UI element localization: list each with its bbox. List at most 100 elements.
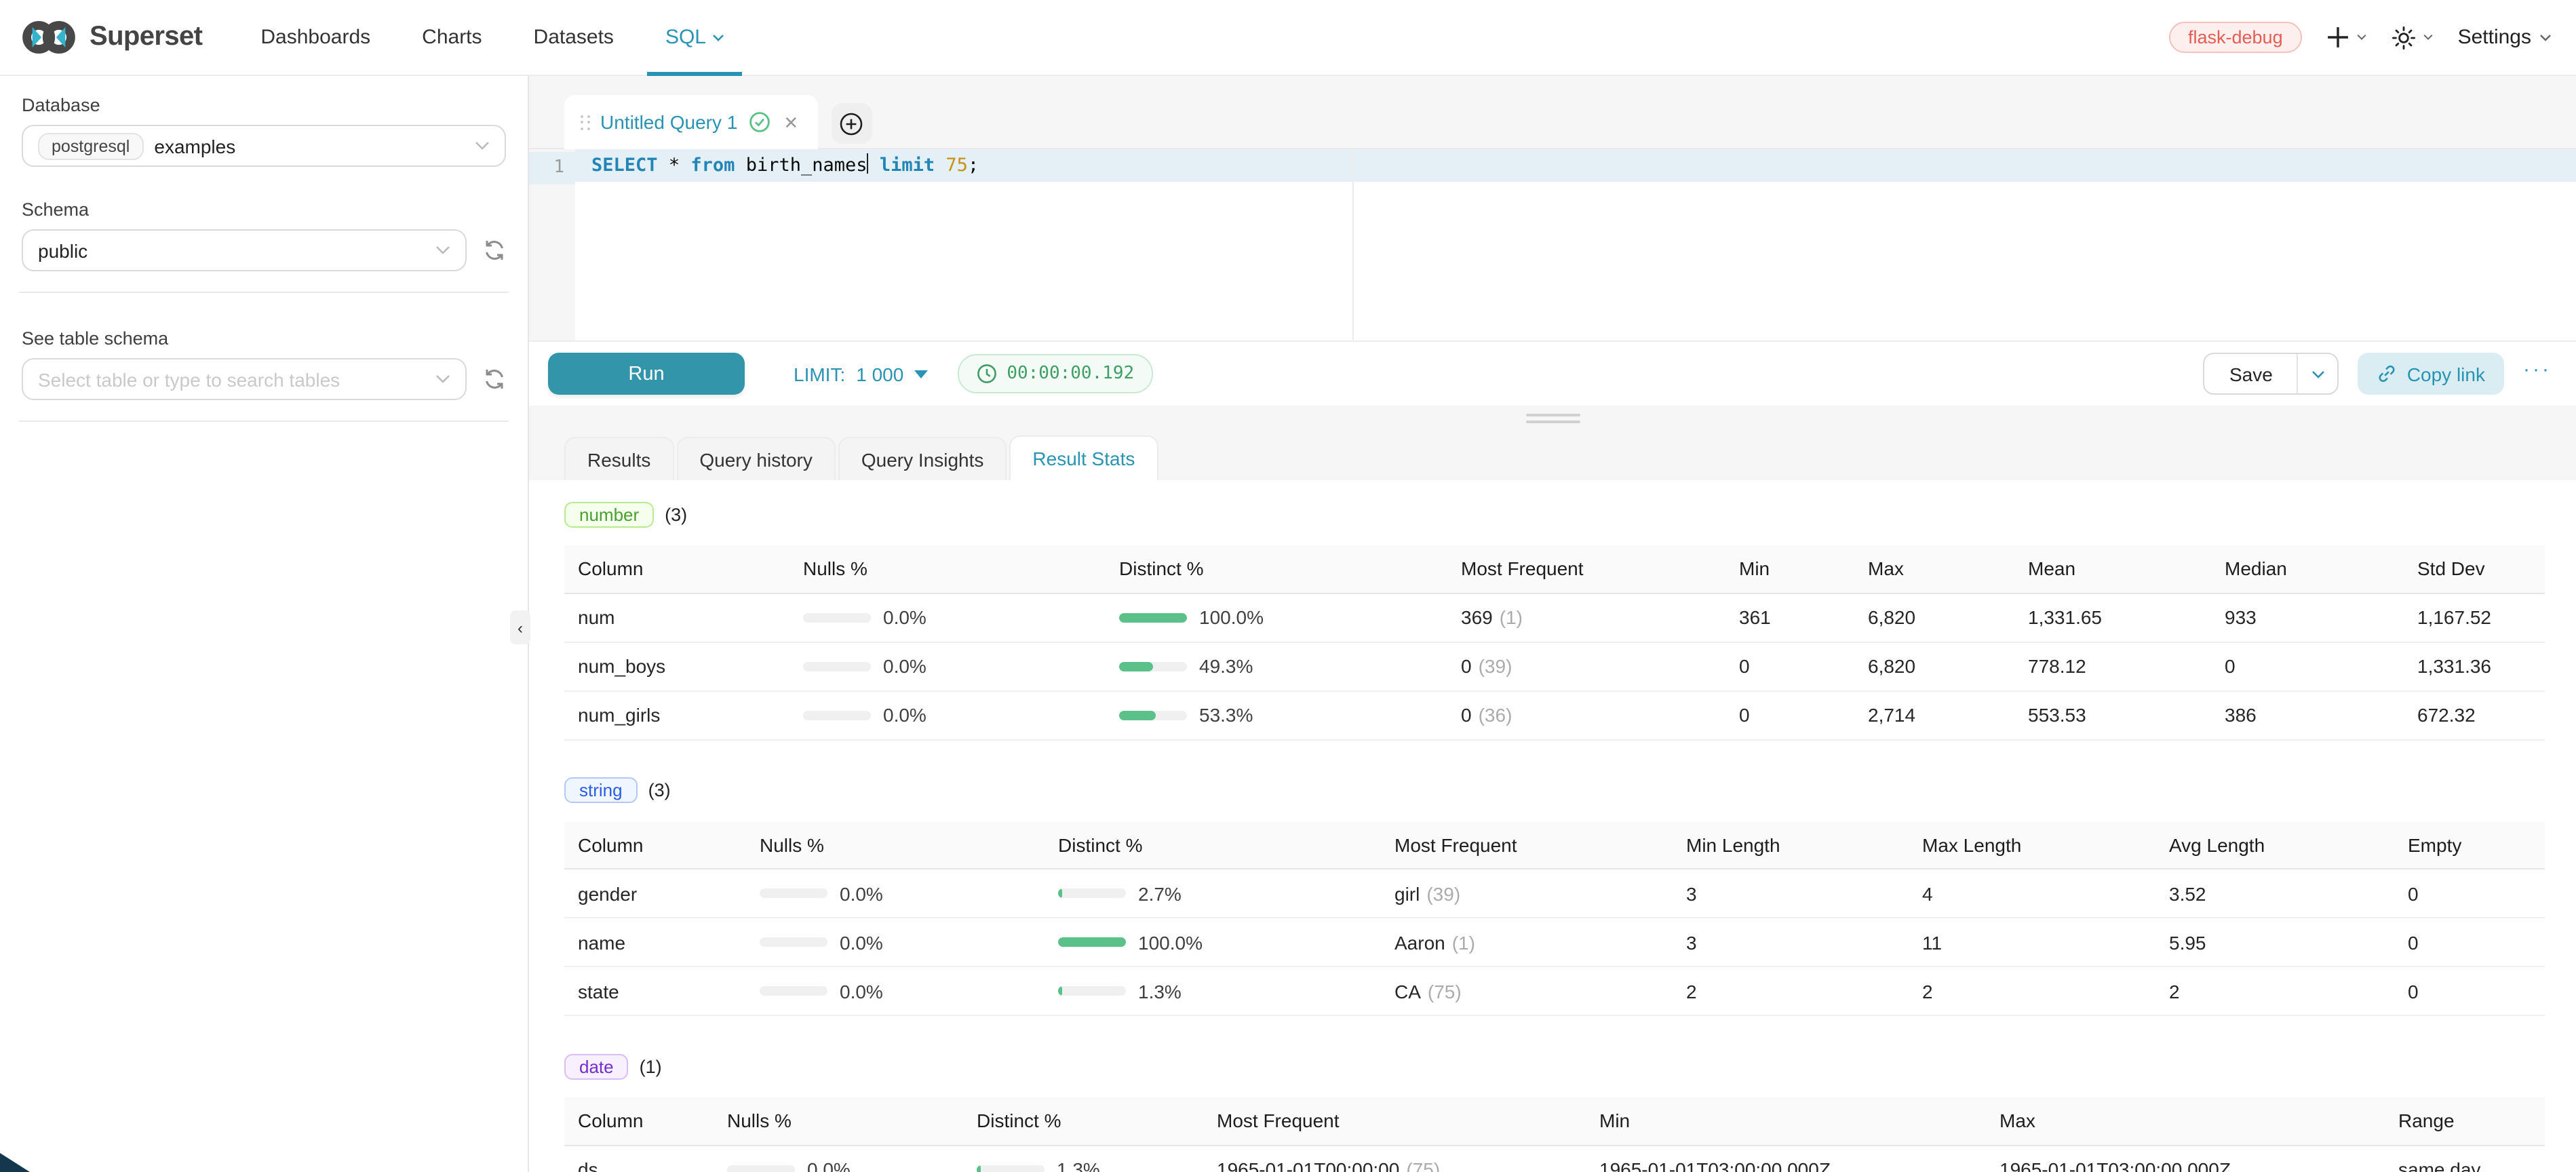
clock-icon	[977, 364, 997, 384]
tab-result-stats[interactable]: Result Stats	[1009, 435, 1158, 480]
plus-icon	[2326, 26, 2349, 49]
schema-value: public	[38, 239, 87, 261]
brand-name: Superset	[90, 22, 202, 53]
tab-query-history[interactable]: Query history	[676, 437, 836, 480]
refresh-tables-icon[interactable]	[483, 368, 506, 391]
nav-item-charts[interactable]: Charts	[396, 0, 507, 75]
percent-bar-cell: 0.0%	[789, 642, 1106, 690]
column-header: Most Frequent	[1203, 1097, 1586, 1145]
theme-switcher[interactable]	[2392, 25, 2434, 50]
date-stats-table: ColumnNulls %Distinct %Most FrequentMinM…	[564, 1097, 2545, 1172]
drag-handle-icon[interactable]	[581, 115, 589, 130]
column-name-cell: name	[564, 918, 746, 966]
most-frequent-cell: 0(39)	[1447, 642, 1725, 690]
column-count: (3)	[648, 780, 671, 800]
editor-code-area[interactable]: SELECT * from birth_names limit 75;	[575, 149, 2576, 340]
column-header: Nulls %	[714, 1097, 963, 1145]
column-name-cell: num	[564, 593, 789, 642]
collapse-sidebar-button[interactable]: ‹	[510, 610, 530, 644]
percent-label: 100.0%	[1199, 606, 1264, 628]
query-tab-bar: Untitled Query 1 ✕	[529, 76, 2576, 149]
tab-results[interactable]: Results	[564, 437, 674, 480]
column-name-cell: gender	[564, 869, 746, 918]
percent-bar-cell: 0.0%	[746, 869, 1045, 918]
most-frequent-cell: CA(75)	[1381, 966, 1673, 1015]
refresh-schemas-icon[interactable]	[483, 239, 506, 262]
nav-item-sql[interactable]: SQL	[640, 0, 751, 75]
progress-bar-fill	[1058, 937, 1126, 947]
database-select[interactable]: postgresql examples	[22, 125, 506, 167]
progress-bar	[977, 1165, 1045, 1172]
progress-bar	[1058, 986, 1126, 996]
table-row: state0.0%1.3%CA(75)2220	[564, 966, 2545, 1015]
save-options-caret[interactable]	[2297, 354, 2338, 393]
run-query-button[interactable]: Run	[548, 353, 745, 395]
query-tab[interactable]: Untitled Query 1 ✕	[564, 95, 817, 149]
progress-bar	[760, 937, 827, 947]
progress-bar-fill	[1058, 888, 1061, 898]
column-name-cell: state	[564, 966, 746, 1015]
column-header: Avg Length	[2155, 821, 2394, 869]
stat-cell: 1,331.36	[2404, 642, 2545, 690]
mouse-cursor	[0, 1153, 30, 1172]
type-badge-string: string	[564, 777, 638, 803]
query-tab-title: Untitled Query 1	[600, 111, 737, 133]
editor-line-gutter: 1	[529, 149, 575, 340]
column-header: Column	[564, 545, 789, 593]
sql-lab-main: Untitled Query 1 ✕ 1	[529, 76, 2576, 1172]
percent-bar-cell: 0.0%	[714, 1145, 963, 1172]
chevron-down-icon	[435, 374, 450, 384]
grip-icon	[1525, 414, 1580, 427]
nav-item-dashboards[interactable]: Dashboards	[235, 0, 396, 75]
sidebar-divider	[19, 421, 509, 422]
column-header: Distinct %	[1045, 821, 1381, 869]
percent-label: 0.0%	[840, 980, 883, 1002]
stat-cell: 0	[2211, 642, 2404, 690]
percent-bar-cell: 0.0%	[789, 690, 1106, 739]
most-frequent-cell: girl(39)	[1381, 869, 1673, 918]
more-actions-button[interactable]: ···	[2523, 358, 2557, 389]
column-header: Max	[1854, 545, 2014, 593]
stat-cell: 3	[1673, 918, 1909, 966]
percent-bar-cell: 1.3%	[963, 1145, 1203, 1172]
close-tab-icon[interactable]: ✕	[781, 111, 801, 134]
copy-link-button[interactable]: Copy link	[2358, 353, 2504, 395]
stat-cell: 3	[1673, 869, 1909, 918]
progress-bar-fill	[977, 1165, 980, 1172]
table-row: gender0.0%2.7%girl(39)343.520	[564, 869, 2545, 918]
query-timer: 00:00:00.192	[958, 354, 1153, 393]
nav-item-datasets[interactable]: Datasets	[508, 0, 640, 75]
new-query-tab-button[interactable]	[831, 103, 872, 144]
column-header: Empty	[2394, 821, 2545, 869]
settings-menu[interactable]: Settings	[2458, 26, 2552, 49]
column-header: Most Frequent	[1381, 821, 1673, 869]
add-new-button[interactable]	[2326, 26, 2367, 49]
superset-logo[interactable]: Superset	[19, 19, 202, 56]
percent-label: 0.0%	[883, 704, 926, 726]
text-cursor	[867, 153, 869, 174]
save-button[interactable]: Save	[2205, 354, 2297, 393]
column-header: Median	[2211, 545, 2404, 593]
progress-bar	[803, 710, 871, 720]
progress-bar	[1119, 661, 1187, 671]
progress-bar	[1119, 612, 1187, 622]
progress-bar	[803, 661, 871, 671]
column-header: Min	[1586, 1097, 1986, 1145]
table-select[interactable]: Select table or type to search tables	[22, 358, 467, 400]
schema-select[interactable]: public	[22, 229, 467, 271]
stat-cell: 2	[1909, 966, 2155, 1015]
main-nav: Dashboards Charts Datasets SQL	[235, 0, 751, 75]
caret-down-icon	[914, 370, 928, 378]
column-header: Max	[1986, 1097, 2385, 1145]
column-header: Most Frequent	[1447, 545, 1725, 593]
limit-dropdown[interactable]: LIMIT: 1 000	[794, 363, 928, 385]
link-icon	[2377, 364, 2398, 384]
stat-cell: 4	[1909, 869, 2155, 918]
panel-resize-handle[interactable]	[529, 406, 2576, 435]
sql-editor[interactable]: 1 SELECT * from birth_names limit 75;	[529, 148, 2576, 340]
navbar-right: flask-debug Settings	[2169, 22, 2557, 53]
table-row: ds0.0%1.3%1965-01-01T00:00:00(75)1965-01…	[564, 1145, 2545, 1172]
tab-query-insights[interactable]: Query Insights	[838, 437, 1007, 480]
environment-badge: flask-debug	[2169, 22, 2302, 53]
percent-bar-cell: 1.3%	[1045, 966, 1381, 1015]
